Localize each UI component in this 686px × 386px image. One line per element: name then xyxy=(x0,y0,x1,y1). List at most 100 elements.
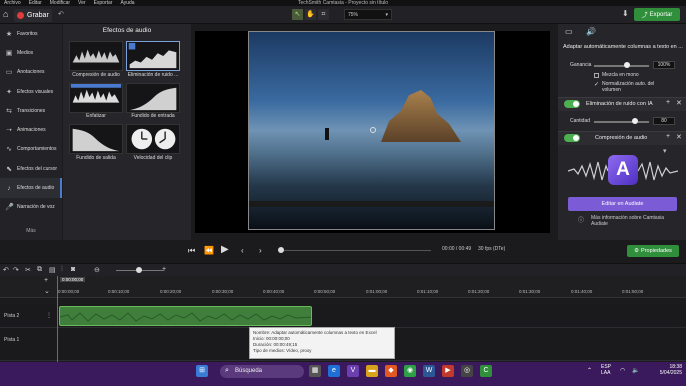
chrome-icon[interactable]: ◉ xyxy=(404,365,416,377)
edge-icon[interactable]: e xyxy=(328,365,340,377)
gain-slider-knob[interactable] xyxy=(624,62,630,68)
next-marker-icon[interactable]: › xyxy=(259,246,262,255)
gain-value[interactable]: 100% xyxy=(653,61,675,69)
play-icon[interactable]: ▶ xyxy=(221,244,229,255)
playback-scrubber[interactable] xyxy=(281,250,431,251)
collapse-icon[interactable]: ⌄ xyxy=(44,287,50,295)
sidebar-item-annotations[interactable]: ▭ Anotaciones xyxy=(0,63,62,82)
effect-thumb-emphasize[interactable] xyxy=(69,83,123,113)
sidebar-item-audio-effects[interactable]: ♪ Efectos de audio xyxy=(0,178,62,198)
mono-checkbox[interactable] xyxy=(594,73,599,78)
close-icon[interactable]: ✕ xyxy=(676,133,682,141)
record-button[interactable]: Grabar xyxy=(14,9,52,22)
tray-chevron-icon[interactable]: ⌃ xyxy=(587,367,592,374)
properties-label: Propiedades xyxy=(641,248,672,254)
video-props-icon[interactable]: ▭ xyxy=(565,27,573,36)
volume-icon[interactable]: 🔈 xyxy=(632,367,639,374)
audio-props-icon[interactable]: 🔊 xyxy=(586,27,596,36)
timeline-ruler[interactable]: + ⌄ 0:00:00;00 0:00:00;00 0:00:10;00 0:0… xyxy=(0,276,686,298)
wifi-icon[interactable]: ◠ xyxy=(620,367,625,374)
taskbar-search[interactable]: Búsqueda xyxy=(220,365,304,378)
scrubber-handle[interactable] xyxy=(278,247,284,253)
folder-icon[interactable]: ▬ xyxy=(366,365,378,377)
amount-slider-knob[interactable] xyxy=(632,118,638,124)
properties-button[interactable]: ⚙ Propiedades xyxy=(627,245,679,257)
split-icon[interactable]: ⫶ xyxy=(61,266,63,274)
add-icon[interactable]: + xyxy=(666,133,670,140)
ruler-tick: 0:00:20;00 xyxy=(160,289,182,294)
pan-tool-icon[interactable]: ✋ xyxy=(305,9,316,20)
rewind-icon[interactable]: ⏮ xyxy=(188,246,195,256)
edit-in-audiate-button[interactable]: Editar en Audiate xyxy=(568,197,677,211)
effect-thumb-compression[interactable] xyxy=(69,41,123,71)
effect-thumb-noise-removal[interactable] xyxy=(126,41,180,71)
ruler-tick: 0:00:10;00 xyxy=(108,289,130,294)
app-icon[interactable]: ◆ xyxy=(385,365,397,377)
export-button[interactable]: ⤴ Exportar xyxy=(634,8,680,21)
effect-thumb-clip-speed[interactable] xyxy=(126,124,180,154)
close-icon[interactable]: ✕ xyxy=(676,99,682,107)
effect-thumb-fade-in[interactable] xyxy=(126,83,180,113)
gain-label: Ganancia xyxy=(570,62,592,68)
effect-label: Velocidad del clip xyxy=(133,155,173,161)
zoom-dropdown[interactable]: 75% ▾ xyxy=(344,9,392,20)
copy-icon[interactable]: ⧉ xyxy=(37,266,42,274)
task-view-icon[interactable]: ▦ xyxy=(309,365,321,377)
landscape-rock-image xyxy=(381,90,461,142)
track-menu-icon[interactable]: ⋮ xyxy=(46,312,52,319)
sidebar-item-favorites[interactable]: ★ Favoritos xyxy=(0,24,62,43)
sidebar-more-button[interactable]: Más xyxy=(0,228,62,234)
sidebar-item-media[interactable]: ▣ Medios xyxy=(0,43,62,62)
step-back-icon[interactable]: ⏪ xyxy=(204,246,214,255)
sidebar-item-label: Favoritos xyxy=(17,30,38,37)
timeline-zoom-knob[interactable] xyxy=(136,267,142,273)
timecode: 00:00 / 00:49 xyxy=(442,246,472,252)
sidebar-item-visual-effects[interactable]: ✦ Efectos visuales xyxy=(0,82,62,101)
undo-icon[interactable]: ↶ xyxy=(58,10,64,18)
normalize-checkbox[interactable]: ✓ xyxy=(594,81,599,88)
app-v-icon[interactable]: V xyxy=(347,365,359,377)
paste-icon[interactable]: ▤ xyxy=(49,266,56,274)
app-red-icon[interactable]: ▶ xyxy=(442,365,454,377)
word-icon[interactable]: W xyxy=(423,365,435,377)
compression-toggle[interactable] xyxy=(564,134,580,142)
ruler-tick: 0:00:00;00 xyxy=(58,289,80,294)
amount-slider[interactable] xyxy=(594,121,649,123)
add-track-icon[interactable]: + xyxy=(44,277,48,284)
download-icon[interactable]: ⬇ xyxy=(622,9,629,18)
taskbar-clock[interactable]: 18:38 5/04/2025 xyxy=(650,364,682,376)
camera-icon[interactable]: ◙ xyxy=(71,266,75,273)
home-icon[interactable]: ⌂ xyxy=(3,9,8,19)
redo-icon[interactable]: ↷ xyxy=(13,266,19,274)
sidebar-item-animations[interactable]: ➝ Animaciones xyxy=(0,120,62,139)
gear-icon: ⚙ xyxy=(634,248,640,254)
add-icon[interactable]: + xyxy=(666,99,670,106)
media-clip[interactable] xyxy=(59,306,312,326)
undo-icon[interactable]: ↶ xyxy=(3,266,9,274)
noise-removal-toggle[interactable] xyxy=(564,100,580,108)
zoom-out-icon[interactable]: ⊖ xyxy=(94,266,100,274)
zoom-in-icon[interactable]: + xyxy=(162,266,166,273)
gain-slider[interactable] xyxy=(594,65,649,67)
crop-tool-icon[interactable]: ⌗ xyxy=(318,9,329,20)
cut-icon[interactable]: ✂ xyxy=(25,266,31,274)
sidebar-item-behaviors[interactable]: ∿ Comportamientos xyxy=(0,140,62,159)
prev-marker-icon[interactable]: ‹ xyxy=(241,246,244,255)
rotate-handle-icon[interactable] xyxy=(370,127,376,133)
camtasia-icon[interactable]: C xyxy=(480,365,492,377)
captured-taskbar xyxy=(249,201,494,207)
sidebar-item-transitions[interactable]: ⇆ Transiciones xyxy=(0,101,62,120)
tooltip-line: Tipo de medios: Vídeo, proxy xyxy=(253,348,312,353)
panel-title: Efectos de audio xyxy=(102,27,152,34)
effect-thumb-fade-out[interactable] xyxy=(69,124,123,154)
amount-label: Cantidad xyxy=(570,118,591,124)
start-icon[interactable]: ⊞ xyxy=(196,365,208,377)
language-indicator[interactable]: ESP LAA xyxy=(601,364,615,376)
sidebar-item-cursor-effects[interactable]: ⬉ Efectos del cursor xyxy=(0,159,62,178)
audiate-info-link[interactable]: Más información sobre Camtasia Audiate xyxy=(591,215,677,227)
playhead[interactable] xyxy=(57,276,58,362)
sidebar-item-voice-narration[interactable]: 🎤 Narración de voz xyxy=(0,198,62,217)
pointer-tool-icon[interactable]: ↖ xyxy=(292,9,303,20)
app-circle-icon[interactable]: ◎ xyxy=(461,365,473,377)
amount-value[interactable]: 80 xyxy=(653,117,675,125)
